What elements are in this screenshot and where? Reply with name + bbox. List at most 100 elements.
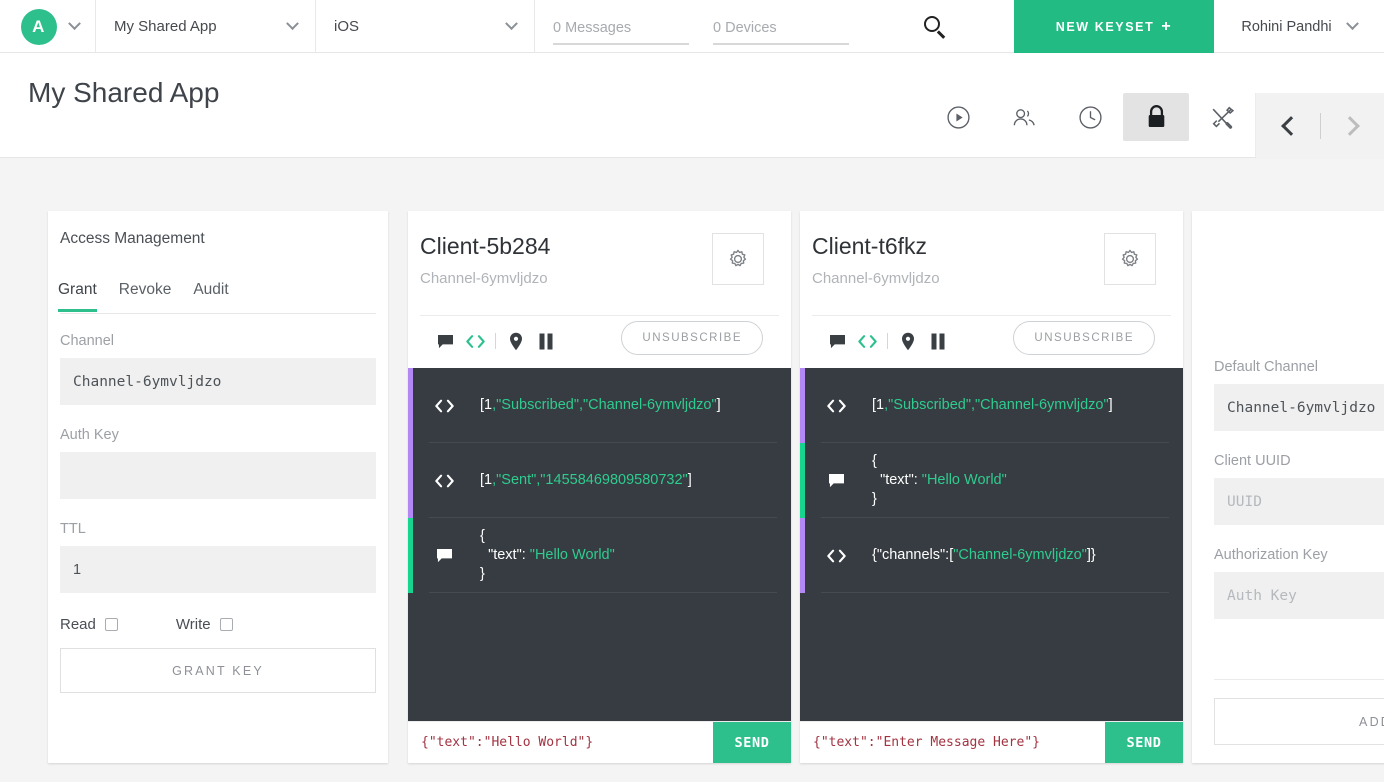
messages-field[interactable]: 0 Messages <box>553 20 689 45</box>
console-message: [1,"Subscribed","Channel-6ymvljdzo"] <box>408 368 791 443</box>
client-card: Client-5b284 Channel-6ymvljdzo UNSUBSCRI… <box>408 211 791 763</box>
message-type-bar <box>800 368 805 443</box>
pause-icon[interactable] <box>531 325 561 357</box>
platform-select[interactable]: iOS <box>316 0 535 53</box>
pause-icon[interactable] <box>923 325 953 357</box>
prev-page-button[interactable] <box>1262 93 1320 159</box>
new-keyset-label: NEW KEYSET <box>1055 19 1155 34</box>
code-icon <box>800 518 872 593</box>
access-management-card: Access Management Grant Revoke Audit Cha… <box>48 211 388 763</box>
tab-revoke[interactable]: Revoke <box>119 281 172 312</box>
write-checkbox[interactable] <box>219 618 233 631</box>
message-type-bar <box>800 518 805 593</box>
message-text: {"channels":["Channel-6ymvljdzo"]} <box>872 547 1096 563</box>
chevron-down-icon <box>67 17 81 31</box>
tab-audit[interactable]: Audit <box>193 281 228 312</box>
location-pin-icon[interactable] <box>501 325 531 357</box>
devices-field[interactable]: 0 Devices <box>713 20 849 45</box>
tab-debug-console[interactable] <box>925 93 991 141</box>
search-button[interactable] <box>855 0 1014 53</box>
divider <box>60 313 376 314</box>
page-header: My Shared App <box>0 53 1384 159</box>
message-console[interactable]: [1,"Subscribed","Channel-6ymvljdzo"] { "t… <box>800 368 1183 723</box>
code-icon[interactable] <box>852 325 882 357</box>
ttl-input[interactable]: 1 <box>60 546 376 593</box>
unsubscribe-button[interactable]: UNSUBSCRIBE <box>621 321 763 355</box>
gear-icon <box>1121 249 1139 267</box>
app-select-label: My Shared App <box>114 18 217 35</box>
auth-key-input[interactable] <box>60 452 376 499</box>
account-switcher[interactable]: A <box>0 0 96 53</box>
send-button[interactable]: SEND <box>713 722 791 763</box>
send-button[interactable]: SEND <box>1105 722 1183 763</box>
authorization-key-label: Authorization Key <box>1214 547 1328 563</box>
auth-key-group: Authorization Key Auth Key <box>1214 547 1384 619</box>
send-message-input[interactable]: {"text":"Hello World"} <box>408 722 713 763</box>
play-circle-icon <box>946 105 970 129</box>
send-message-input[interactable]: {"text":"Enter Message Here"} <box>800 722 1105 763</box>
grant-key-button[interactable]: GRANT KEY <box>60 648 376 693</box>
chat-icon[interactable] <box>430 325 460 357</box>
chevron-right-icon <box>1339 116 1360 136</box>
send-bar: {"text":"Hello World"} SEND <box>408 721 791 763</box>
channel-field-group: Channel Channel-6ymvljdzo <box>60 333 376 405</box>
chevron-down-icon <box>286 17 299 31</box>
default-channel-group: Default Channel Channel-6ymvljdzo <box>1214 359 1384 431</box>
message-text: [1,"Subscribed","Channel-6ymvljdzo"] <box>872 397 1113 413</box>
app-select[interactable]: My Shared App <box>96 0 316 53</box>
platform-select-label: iOS <box>334 18 360 35</box>
new-client-card: Default Channel Channel-6ymvljdzo Client… <box>1192 211 1384 763</box>
gear-icon <box>729 249 747 267</box>
divider <box>420 315 779 316</box>
console-message: [1,"Sent","14558469809580732"] <box>408 443 791 518</box>
page-title: My Shared App <box>28 77 220 108</box>
cards-board: Access Management Grant Revoke Audit Cha… <box>0 158 1384 782</box>
section-toolbar <box>925 93 1255 141</box>
chat-icon[interactable] <box>822 325 852 357</box>
user-menu[interactable]: Rohini Pandhi <box>1214 0 1384 53</box>
tab-grant[interactable]: Grant <box>58 281 97 312</box>
default-channel-input[interactable]: Channel-6ymvljdzo <box>1214 384 1384 431</box>
client-mode-icons <box>822 325 953 357</box>
chat-icon <box>408 518 480 593</box>
new-keyset-button[interactable]: NEW KEYSET + <box>1014 0 1214 53</box>
console-message: { "text": "Hello World" } <box>800 443 1183 518</box>
client-settings-button[interactable] <box>712 233 764 285</box>
message-divider <box>429 592 777 593</box>
message-type-bar <box>408 443 413 518</box>
icon-divider <box>495 333 496 349</box>
tab-presence[interactable] <box>991 93 1057 141</box>
location-pin-icon[interactable] <box>893 325 923 357</box>
read-label: Read <box>60 616 96 633</box>
channel-input[interactable]: Channel-6ymvljdzo <box>60 358 376 405</box>
auth-key-label: Auth Key <box>60 427 119 443</box>
read-checkbox[interactable] <box>104 618 118 631</box>
icon-divider <box>887 333 888 349</box>
console-message: {"channels":["Channel-6ymvljdzo"]} <box>800 518 1183 593</box>
devices-field-wrap[interactable]: 0 Devices <box>695 0 855 53</box>
message-text: [1,"Sent","14558469809580732"] <box>480 472 692 488</box>
divider <box>812 315 1171 316</box>
add-client-button[interactable]: ADD C <box>1214 698 1384 745</box>
pagination <box>1255 93 1384 159</box>
client-uuid-input[interactable]: UUID <box>1214 478 1384 525</box>
client-mode-icons <box>430 325 561 357</box>
client-channel: Channel-6ymvljdzo <box>420 270 548 287</box>
code-icon[interactable] <box>460 325 490 357</box>
tab-access-manager[interactable] <box>1123 93 1189 141</box>
message-console[interactable]: [1,"Subscribed","Channel-6ymvljdzo"] [1,"… <box>408 368 791 723</box>
people-icon <box>1013 108 1035 125</box>
client-name: Client-5b284 <box>420 233 551 259</box>
client-uuid-group: Client UUID UUID <box>1214 453 1384 525</box>
authorization-key-input[interactable]: Auth Key <box>1214 572 1384 619</box>
unsubscribe-button[interactable]: UNSUBSCRIBE <box>1013 321 1155 355</box>
tab-tools[interactable] <box>1189 93 1255 141</box>
next-page-button[interactable] <box>1321 93 1379 159</box>
ttl-label: TTL <box>60 521 86 537</box>
client-card: Client-t6fkz Channel-6ymvljdzo UNSUBSCRI… <box>800 211 1183 763</box>
client-settings-button[interactable] <box>1104 233 1156 285</box>
client-channel: Channel-6ymvljdzo <box>812 270 940 287</box>
tab-history[interactable] <box>1057 93 1123 141</box>
messages-field-wrap[interactable]: 0 Messages <box>535 0 695 53</box>
chevron-down-icon <box>505 17 518 31</box>
